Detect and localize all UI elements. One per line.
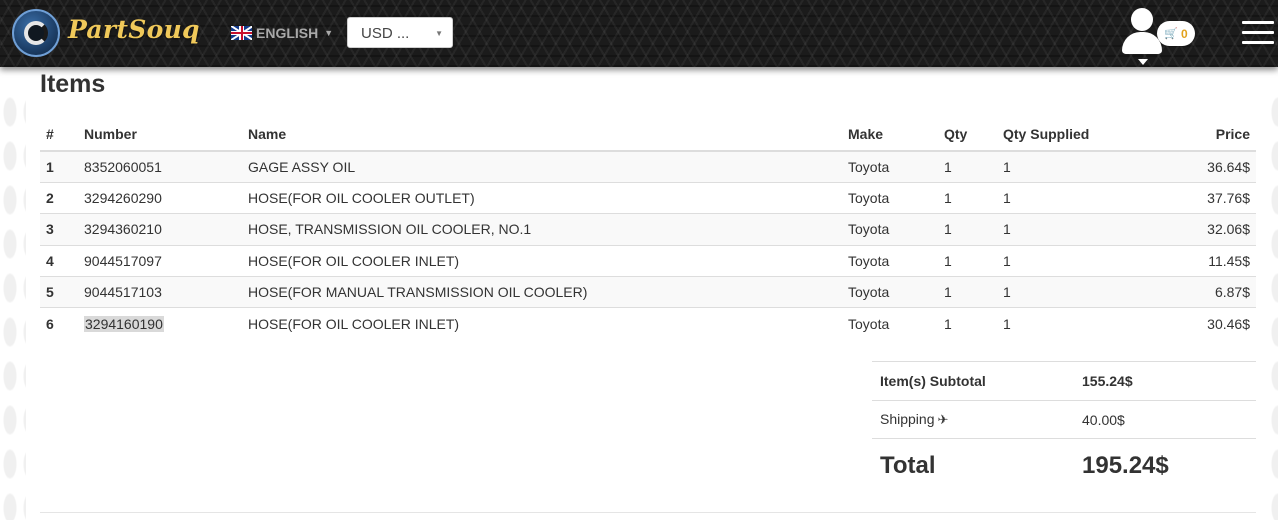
part-qty: 1 [938,307,997,340]
part-qty: 1 [938,276,997,308]
row-index: 3 [40,213,78,246]
side-decoration-left [0,90,26,520]
shipping-row: Shipping ✈ 40.00$ [872,400,1256,439]
logo-text[interactable]: PartSouq [68,15,200,44]
col-number: Number [78,118,242,152]
part-name: HOSE, TRANSMISSION OIL COOLER, NO.1 [242,213,842,246]
part-qty-supplied: 1 [997,213,1147,246]
table-row: 5 9044517103 HOSE(FOR MANUAL TRANSMISSIO… [40,276,1256,308]
subtotal-value: 155.24$ [1074,361,1256,401]
part-make: Toyota [842,307,938,340]
total-row: Total 195.24$ [872,438,1256,494]
part-qty: 1 [938,244,997,277]
row-index: 1 [40,150,78,183]
row-index: 4 [40,244,78,277]
part-make: Toyota [842,150,938,183]
airplane-icon: ✈ [937,412,949,427]
part-make: Toyota [842,276,938,308]
col-name: Name [242,118,842,152]
table-row: 3 3294360210 HOSE, TRANSMISSION OIL COOL… [40,213,1256,246]
part-name: HOSE(FOR OIL COOLER OUTLET) [242,181,842,214]
part-qty-supplied: 1 [997,276,1147,308]
shipping-label: Shipping [880,411,935,427]
row-index: 2 [40,181,78,214]
footer-divider [40,512,1256,513]
subtotal-label: Item(s) Subtotal [872,361,1074,401]
part-number: 3294360210 [78,213,242,246]
part-price: 37.76$ [1147,181,1256,214]
col-qty: Qty [938,118,997,152]
part-qty: 1 [938,150,997,183]
user-menu-caret-icon [1138,59,1148,65]
table-row: 6 3294160190 HOSE(FOR OIL COOLER INLET) … [40,307,1256,340]
part-make: Toyota [842,213,938,246]
order-summary: Item(s) Subtotal 155.24$ Shipping ✈ 40.00… [872,361,1256,494]
currency-select[interactable]: USD ... ▼ [347,17,453,48]
part-price: 11.45$ [1147,244,1256,277]
part-qty: 1 [938,181,997,214]
chevron-down-icon: ▼ [435,29,443,38]
total-value: 195.24$ [1074,438,1256,494]
language-selector[interactable]: ENGLISH ▼ [231,25,333,41]
part-number: 3294260290 [78,181,242,214]
row-index: 6 [40,307,78,340]
part-price: 6.87$ [1147,276,1256,308]
part-make: Toyota [842,181,938,214]
shipping-cell: Shipping ✈ [872,400,1074,439]
col-index: # [40,118,78,152]
table-header-row: # Number Name Make Qty Qty Supplied Pric… [40,118,1256,152]
cart-count: 0 [1181,26,1188,41]
logo-wheel-graphic [24,21,48,45]
col-make: Make [842,118,938,152]
hamburger-menu-icon[interactable] [1240,19,1274,47]
part-number: 8352060051 [78,150,242,183]
currency-value: USD ... [361,25,410,42]
part-name: HOSE(FOR MANUAL TRANSMISSION OIL COOLER) [242,276,842,308]
page-title: Items [40,70,106,98]
part-number: 3294160190 [78,307,242,340]
partsouq-logo-icon[interactable] [12,9,60,57]
col-price: Price [1147,118,1256,152]
cart-button[interactable]: 🛒 0 [1157,21,1195,46]
subtotal-row: Item(s) Subtotal 155.24$ [872,361,1256,401]
table-row: 4 9044517097 HOSE(FOR OIL COOLER INLET) … [40,244,1256,277]
part-qty: 1 [938,213,997,246]
part-qty-supplied: 1 [997,244,1147,277]
items-table: # Number Name Make Qty Qty Supplied Pric… [40,118,1256,340]
cart-icon: 🛒 [1164,28,1178,40]
part-price: 36.64$ [1147,150,1256,183]
part-price: 30.46$ [1147,307,1256,340]
row-index: 5 [40,276,78,308]
part-qty-supplied: 1 [997,181,1147,214]
part-make: Toyota [842,244,938,277]
part-qty-supplied: 1 [997,307,1147,340]
table-row: 2 3294260290 HOSE(FOR OIL COOLER OUTLET)… [40,181,1256,214]
part-price: 32.06$ [1147,213,1256,246]
part-name: HOSE(FOR OIL COOLER INLET) [242,244,842,277]
part-name: HOSE(FOR OIL COOLER INLET) [242,307,842,340]
top-header: PartSouq ENGLISH ▼ USD ... ▼ 🛒 0 [0,0,1278,67]
col-qty-supplied: Qty Supplied [997,118,1147,152]
table-row: 1 8352060051 GAGE ASSY OIL Toyota 1 1 36… [40,150,1256,183]
uk-flag-icon [231,26,252,40]
part-name: GAGE ASSY OIL [242,150,842,183]
part-number: 9044517103 [78,276,242,308]
shipping-value: 40.00$ [1074,400,1256,439]
side-decoration-right [1268,90,1278,520]
caret-down-icon: ▼ [324,28,334,38]
total-label: Total [872,438,1074,494]
selected-text-highlight[interactable]: 3294160190 [84,315,164,332]
language-label: ENGLISH [256,25,319,41]
part-number: 9044517097 [78,244,242,277]
part-qty-supplied: 1 [997,150,1147,183]
